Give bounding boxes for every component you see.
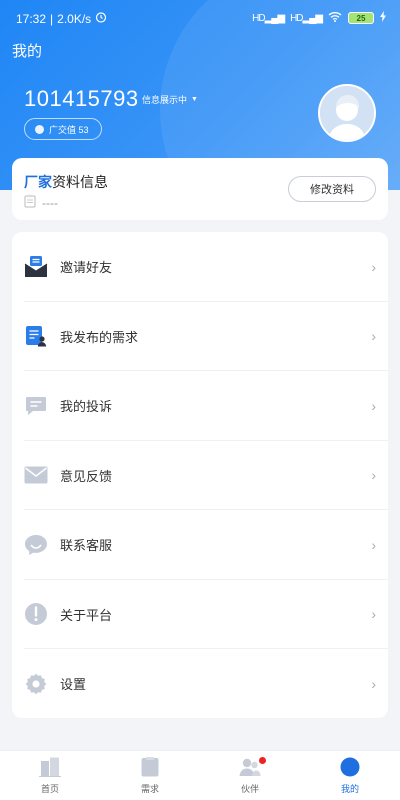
published-demand-icon [24,324,48,348]
signal-2-icon: HD▂▄▆ [290,12,323,24]
customer-service-chat-icon [24,533,48,557]
chevron-right-icon: › [371,606,376,623]
menu-item-feedback[interactable]: 意见反馈 › [12,441,388,511]
partners-people-icon [239,757,261,777]
chevron-right-icon: › [371,328,376,345]
status-right: HD▂▄▆ HD▂▄▆ 25 [252,11,386,25]
menu-item-about-platform[interactable]: 关于平台 › [12,580,388,650]
tab-label: 伙伴 [240,784,259,794]
alarm-icon [95,11,107,26]
menu-list: 邀请好友 › 我发布的需求 › 我的投诉 › 意见反馈 › 联系客服 › 关于平… [12,232,388,718]
display-status-label: 信息展示中 [142,95,188,105]
info-subtitle-text: ---- [42,195,58,210]
guangjiao-value-text: 广交值 53 [49,124,89,135]
chevron-right-icon: › [371,467,376,484]
tab-label: 我的 [340,784,359,794]
caret-down-icon: ▼ [191,96,198,103]
signal-1-icon: HD▂▄▆ [252,12,285,24]
info-title-highlight: 厂家 [24,174,52,190]
menu-label: 意见反馈 [60,468,113,484]
profile-info-card: 厂家资料信息 ---- 修改资料 [12,158,388,220]
menu-item-invite-friends[interactable]: 邀请好友 › [12,232,388,302]
complaint-message-icon [24,394,48,418]
clipboard-icon [24,194,36,211]
edit-profile-button[interactable]: 修改资料 [288,176,376,202]
menu-label: 设置 [60,677,87,693]
tab-label: 首页 [40,784,59,794]
feedback-mail-icon [24,463,48,487]
tab-demands[interactable]: 需求 [100,751,200,800]
menu-label: 我发布的需求 [60,329,139,345]
status-left: 17:32 | 2.0K/s [16,11,107,26]
menu-label: 关于平台 [60,607,113,623]
tab-label: 需求 [140,784,159,794]
menu-item-customer-service[interactable]: 联系客服 › [12,510,388,580]
info-card-title: 厂家资料信息 [24,172,108,192]
status-time: 17:32 [16,11,47,26]
menu-label: 我的投诉 [60,399,113,415]
chevron-right-icon: › [371,675,376,692]
avatar-person-icon [320,86,374,140]
menu-item-my-demands[interactable]: 我发布的需求 › [12,302,388,372]
chevron-right-icon: › [371,397,376,414]
demand-document-icon [139,757,161,777]
bottom-tab-bar: 首页 需求 伙伴 我的 [0,750,400,800]
tab-mine[interactable]: 我的 [300,751,400,800]
menu-item-settings[interactable]: 设置 › [12,649,388,719]
status-bar: 17:32 | 2.0K/s HD▂▄▆ HD▂▄▆ 25 [0,0,400,36]
invite-envelope-icon [24,255,48,279]
menu-label: 邀请好友 [60,260,113,276]
avatar[interactable] [318,84,376,142]
menu-label: 联系客服 [60,538,113,554]
menu-item-my-complaints[interactable]: 我的投诉 › [12,371,388,441]
tab-home[interactable]: 首页 [0,751,100,800]
display-status-dropdown[interactable]: 信息展示中 ▼ [142,93,198,106]
settings-gear-icon [24,672,48,696]
network-speed: 2.0K/s [57,11,92,26]
user-id: 101415793 [24,86,139,111]
battery-indicator: 25 [348,12,374,24]
page-title: 我的 [12,43,43,60]
wifi-icon [328,11,342,25]
home-building-icon [39,757,61,777]
info-title-rest: 资料信息 [52,174,108,190]
notification-dot [259,757,266,764]
info-subtitle: ---- [24,194,58,211]
charging-icon [380,11,386,25]
guangjiao-value-badge[interactable]: 广交值 53 [24,118,102,140]
chevron-right-icon: › [371,536,376,553]
tab-partners[interactable]: 伙伴 [200,751,300,800]
value-icon [35,124,44,134]
profile-circle-icon [339,757,361,777]
info-exclamation-icon [24,602,48,626]
chevron-right-icon: › [371,258,376,275]
